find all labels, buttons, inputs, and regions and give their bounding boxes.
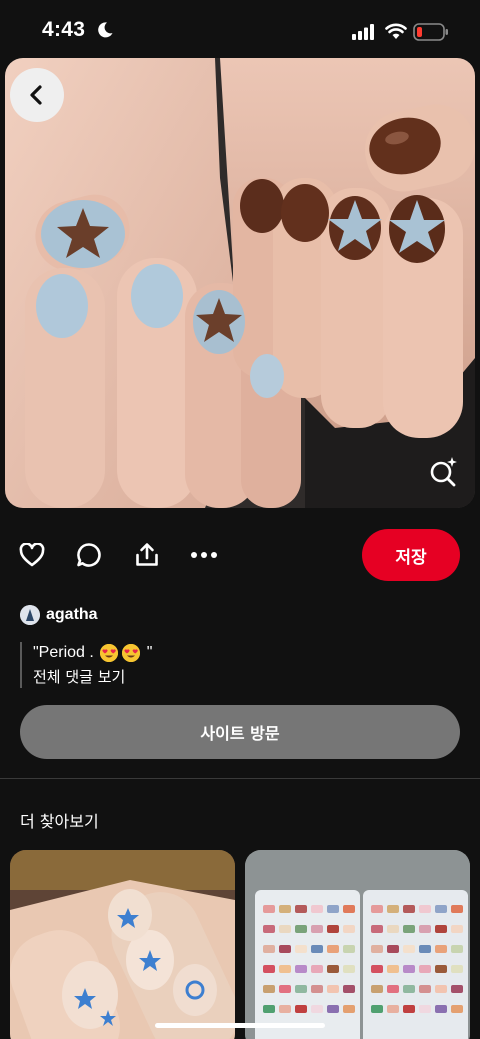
description-text-start: "Period .	[33, 644, 94, 661]
status-bar: 4:43	[0, 0, 480, 56]
author-name[interactable]: agatha	[46, 606, 98, 624]
wifi-icon	[385, 23, 407, 39]
home-indicator	[155, 1023, 325, 1028]
moon-icon	[98, 22, 113, 38]
heart-eyes-emoji-icon	[122, 644, 141, 662]
more-icon	[191, 552, 217, 558]
save-button[interactable]: 저장	[362, 529, 460, 581]
description-text: "Period . "	[33, 642, 320, 664]
heart-icon	[19, 543, 45, 567]
comment-button[interactable]	[74, 540, 104, 570]
more-to-explore-title: 더 찾아보기	[20, 812, 99, 831]
pin-description: "Period . " 전체 댓글 보기	[20, 642, 320, 688]
related-pin-card[interactable]	[10, 850, 235, 1039]
back-button[interactable]	[10, 68, 64, 122]
view-all-comments-link[interactable]: 전체 댓글 보기	[33, 666, 320, 688]
share-button[interactable]	[132, 540, 162, 570]
section-divider	[0, 778, 480, 779]
signal-icon	[352, 24, 374, 40]
description-text-end: "	[146, 644, 153, 661]
comment-icon	[77, 543, 101, 567]
visual-search-icon[interactable]	[426, 454, 460, 488]
visit-site-button[interactable]: 사이트 방문	[20, 705, 460, 759]
heart-eyes-emoji-icon	[100, 644, 119, 662]
pin-image[interactable]	[5, 58, 475, 508]
share-icon	[136, 543, 158, 566]
related-pin-card[interactable]	[245, 850, 470, 1039]
battery-icon	[413, 23, 448, 41]
avatar[interactable]	[20, 605, 40, 625]
more-options-button[interactable]	[189, 540, 219, 570]
pin-author[interactable]: agatha	[20, 604, 98, 626]
like-button[interactable]	[17, 540, 47, 570]
chevron-left-icon	[30, 85, 42, 105]
status-time: 4:43	[42, 18, 86, 41]
